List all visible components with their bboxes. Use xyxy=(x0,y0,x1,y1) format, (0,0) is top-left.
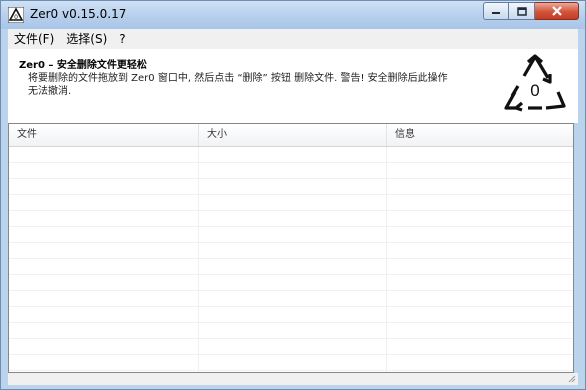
empty-list-cell xyxy=(199,355,387,370)
empty-list-cell xyxy=(387,163,573,178)
empty-list-cell xyxy=(387,179,573,194)
empty-list-cell xyxy=(9,211,199,226)
minimize-button[interactable] xyxy=(483,2,509,20)
empty-list-cell xyxy=(387,227,573,242)
empty-list-cell xyxy=(9,307,199,322)
empty-list-cell xyxy=(199,163,387,178)
empty-list-cell xyxy=(199,179,387,194)
file-list[interactable]: 文件 大小 信息 xyxy=(8,123,574,373)
empty-list-cell xyxy=(387,275,573,290)
empty-list-row xyxy=(9,227,573,243)
empty-list-cell xyxy=(387,195,573,210)
empty-list-row xyxy=(9,339,573,355)
empty-list-cell xyxy=(199,339,387,354)
logo-digit: 0 xyxy=(530,81,539,100)
empty-list-cell xyxy=(199,275,387,290)
empty-list-cell xyxy=(9,163,199,178)
empty-list-cell xyxy=(9,243,199,258)
empty-list-cell xyxy=(387,307,573,322)
empty-list-cell xyxy=(199,211,387,226)
empty-list-cell xyxy=(9,179,199,194)
recycle-triangle-icon[interactable]: 0 xyxy=(8,7,24,23)
empty-list-row xyxy=(9,291,573,307)
list-header: 文件 大小 信息 xyxy=(9,124,573,147)
empty-list-row xyxy=(9,195,573,211)
app-window: 0 Zer0 v0.15.0.17 文件(F) 选择(S) ? Zer0 – 安… xyxy=(0,0,586,390)
window-title: Zer0 v0.15.0.17 xyxy=(30,7,127,21)
header-description: 将要删除的文件拖放到 Zer0 窗口中, 然后点击 “删除” 按钮 删除文件. … xyxy=(28,73,448,97)
empty-list-cell xyxy=(9,275,199,290)
empty-list-cell xyxy=(199,291,387,306)
empty-list-cell xyxy=(199,307,387,322)
empty-list-row xyxy=(9,243,573,259)
empty-list-row xyxy=(9,275,573,291)
svg-text:0: 0 xyxy=(14,14,18,21)
empty-list-cell xyxy=(9,323,199,338)
empty-list-row xyxy=(9,355,573,371)
maximize-button[interactable] xyxy=(509,2,535,20)
column-header-info[interactable]: 信息 xyxy=(387,124,573,146)
empty-list-cell xyxy=(387,339,573,354)
empty-list-cell xyxy=(9,227,199,242)
empty-list-cell xyxy=(387,243,573,258)
empty-list-cell xyxy=(199,259,387,274)
empty-list-cell xyxy=(199,323,387,338)
header-title: Zer0 – 安全删除文件更轻松 xyxy=(19,60,147,71)
empty-list-cell xyxy=(9,195,199,210)
empty-list-cell xyxy=(199,147,387,162)
menu-select[interactable]: 选择(S) xyxy=(60,29,113,49)
empty-list-row xyxy=(9,307,573,323)
empty-list-cell xyxy=(199,227,387,242)
empty-list-cell xyxy=(387,355,573,370)
empty-list-row xyxy=(9,259,573,275)
close-icon xyxy=(551,6,562,16)
empty-list-cell xyxy=(9,291,199,306)
empty-list-row xyxy=(9,323,573,339)
empty-list-row xyxy=(9,211,573,227)
empty-list-cell xyxy=(9,339,199,354)
menu-bar: 文件(F) 选择(S) ? xyxy=(8,29,578,49)
resize-grip-icon[interactable] xyxy=(566,373,576,383)
title-bar[interactable]: 0 Zer0 v0.15.0.17 xyxy=(1,1,585,29)
column-header-file[interactable]: 文件 xyxy=(9,124,199,146)
info-header: Zer0 – 安全删除文件更轻松 将要删除的文件拖放到 Zer0 窗口中, 然后… xyxy=(8,49,578,123)
empty-list-row xyxy=(9,163,573,179)
status-strip xyxy=(8,373,578,385)
caption-buttons xyxy=(483,2,579,20)
empty-list-row xyxy=(9,147,573,163)
maximize-icon xyxy=(516,6,527,16)
empty-list-cell xyxy=(387,147,573,162)
minimize-icon xyxy=(492,12,500,14)
empty-list-cell xyxy=(199,243,387,258)
menu-file[interactable]: 文件(F) xyxy=(8,29,60,49)
close-button[interactable] xyxy=(535,2,579,20)
empty-list-cell xyxy=(387,211,573,226)
empty-list-cell xyxy=(9,147,199,162)
empty-list-cell xyxy=(9,259,199,274)
empty-list-cell xyxy=(387,291,573,306)
empty-list-row xyxy=(9,179,573,195)
empty-list-cell xyxy=(9,355,199,370)
recycle-zero-icon: 0 xyxy=(504,54,566,112)
column-header-size[interactable]: 大小 xyxy=(199,124,387,146)
list-body[interactable] xyxy=(9,147,573,372)
menu-help[interactable]: ? xyxy=(113,29,131,49)
empty-list-cell xyxy=(387,259,573,274)
empty-list-cell xyxy=(387,323,573,338)
empty-list-cell xyxy=(199,195,387,210)
